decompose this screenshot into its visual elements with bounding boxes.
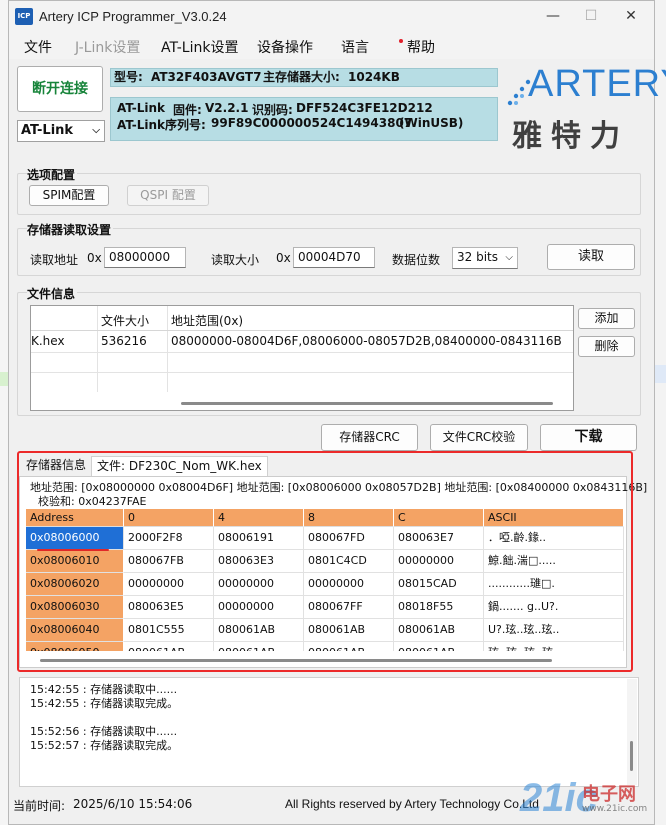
title-bar: ICP Artery ICP Programmer_V3.0.24 — ☐ ✕ [9,1,654,32]
model-label: 型号: [114,70,143,84]
desktop-blue-fragment [655,365,666,383]
options-group [17,173,641,215]
id-value: DFF524C3FE12D212 [296,101,433,115]
file-table: 文件大小 地址范围(0x) K.hex 536216 08000000-0800… [30,305,574,411]
chevron-down-icon: ⌵ [92,125,100,136]
debugger-select[interactable]: AT-Link ⌵ [17,120,105,142]
download-button[interactable]: 下载 [540,424,637,451]
log-scrollbar[interactable] [627,679,637,785]
disconnect-button[interactable]: 断开连接 [17,66,103,112]
read-size-label: 读取大小 [211,253,260,267]
menu-language[interactable]: 语言 [341,37,369,57]
add-file-button[interactable]: 添加 [578,308,635,329]
window-title: Artery ICP Programmer_V3.0.24 [39,9,227,24]
file-range-cell[interactable]: 08000000-08004D6F,08006000-08057D2B,0840… [171,334,571,348]
address-range-header[interactable]: 地址范围(0x) [171,312,243,329]
highlight-underline [37,549,109,551]
atlink-info-box: AT-Link 固件: V2.2.1 识别码: DFF524C3FE12D212… [110,97,498,141]
read-button[interactable]: 读取 [547,244,635,270]
current-time-value: 2025/6/10 15:54:06 [73,797,193,811]
highlight-box [17,451,633,672]
model-value: AT32F403AVGT7 [151,70,262,84]
file-table-divider [97,306,98,392]
delete-file-button[interactable]: 删除 [578,336,635,357]
spim-config-button[interactable]: SPIM配置 [29,185,109,206]
memory-read-title: 存储器读取设置 [27,221,114,238]
firmware-value: V2.2.1 [205,101,249,115]
data-width-select[interactable]: 32 bits ⌵ [452,247,518,269]
app-icon: ICP [15,8,33,25]
menu-jlink-settings[interactable]: J-Link设置 [75,37,140,57]
menu-atlink-settings[interactable]: AT-Link设置 [161,37,238,57]
read-address-label: 读取地址 [30,253,79,267]
close-button[interactable]: ✕ [611,5,651,27]
device-model-box: 型号: AT32F403AVGT7 主存储器大小: 1024KB [110,68,498,87]
desktop-green-fragment [0,372,8,386]
logo-brand-text: ARTERY [528,63,666,105]
menu-device-operations[interactable]: 设备操作 [257,37,313,57]
minimize-button[interactable]: — [533,5,573,27]
chevron-down-icon: ⌵ [505,252,513,263]
serial-value: 99F89C000000524C14943807 [211,116,413,130]
read-address-prefix: 0x [87,251,102,265]
maximize-button[interactable]: ☐ [571,5,611,27]
artery-logo: ARTERY 雅特力 [506,63,666,154]
site-watermark: 21ic 电子网 www.21ic.com [520,776,650,822]
file-size-header[interactable]: 文件大小 [101,312,149,329]
file-table-scroll-thumb[interactable] [181,402,553,405]
menu-help[interactable]: 帮助 [407,37,435,57]
log-line: 15:42:55 : 存储器读取完成。 [30,697,179,710]
serial-label: AT-Link序列号: [117,118,206,132]
atlink-label: AT-Link [117,101,166,115]
log-panel: 15:42:55 : 存储器读取中...... 15:42:55 : 存储器读取… [19,677,639,787]
logo-chinese-text: 雅特力 [512,119,629,154]
watermark-text: 电子网 [582,784,636,805]
log-scroll-thumb[interactable] [630,741,633,771]
read-size-input[interactable]: 00004D70 [293,247,375,268]
current-time-label: 当前时间: [13,799,66,813]
data-width-value: 32 bits [457,250,498,264]
usb-mode: (WinUSB) [399,116,464,130]
copyright-text: All Rights reserved by Artery Technology… [285,797,539,811]
watermark-url: www.21ic.com [582,804,648,814]
file-table-row-line [31,352,573,353]
menu-bar: 文件 J-Link设置 AT-Link设置 设备操作 语言 帮助 [9,32,654,59]
file-table-scrollbar[interactable] [31,398,573,408]
desktop-left-edge [0,0,8,825]
desktop-right-edge [655,0,666,825]
file-size-cell[interactable]: 536216 [101,334,147,348]
file-table-row-line [31,372,573,373]
debugger-select-value: AT-Link [21,123,74,138]
file-table-header-line [31,330,573,331]
flash-size-value: 1024KB [348,70,400,84]
menu-file[interactable]: 文件 [24,37,52,57]
programmer-window: ICP Artery ICP Programmer_V3.0.24 — ☐ ✕ … [8,0,666,825]
data-width-label: 数据位数 [392,253,441,267]
file-crc-button[interactable]: 文件CRC校验 [430,424,528,451]
options-group-title: 选项配置 [27,166,78,183]
file-info-title: 文件信息 [27,285,78,302]
log-line: 15:52:57 : 存储器读取完成。 [30,739,179,752]
read-address-input[interactable]: 08000000 [104,247,186,268]
memory-crc-button[interactable]: 存储器CRC [321,424,418,451]
file-name-cell[interactable]: K.hex [31,334,95,348]
file-table-divider [167,306,168,392]
help-notification-dot [399,39,403,43]
flash-label: 主存储器大小: [263,70,340,84]
qspi-config-button[interactable]: QSPI 配置 [127,185,209,206]
read-size-prefix: 0x [276,251,291,265]
